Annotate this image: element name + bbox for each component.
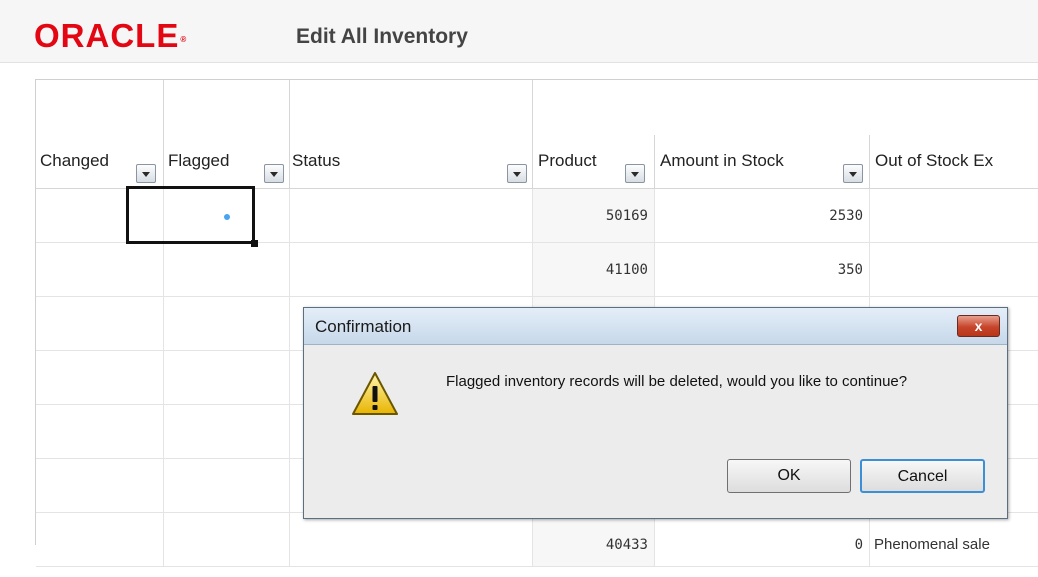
amount-cell[interactable]: 2530 [655, 189, 870, 243]
changed-cell[interactable] [36, 459, 164, 513]
status-cell[interactable] [290, 243, 533, 297]
column-header-flagged[interactable]: Flagged [164, 80, 290, 189]
changed-cell[interactable] [36, 243, 164, 297]
cell-selection-outline [126, 186, 258, 247]
dialog-message: Flagged inventory records will be delete… [446, 373, 908, 390]
flagged-cell[interactable] [164, 405, 290, 459]
app-header: ORACLE® Edit All Inventory [0, 0, 1038, 63]
column-label: Flagged [168, 151, 230, 170]
column-menu-button[interactable] [264, 164, 284, 183]
column-label: Status [292, 151, 341, 170]
column-header-product[interactable]: Product [533, 135, 655, 189]
column-menu-button[interactable] [843, 164, 863, 183]
column-header-amount-in-stock[interactable]: Amount in Stock [655, 135, 870, 189]
column-header-status[interactable]: Status [290, 80, 533, 189]
confirmation-dialog: Confirmation x Flagged inventory records… [303, 307, 1008, 519]
warning-icon [352, 372, 398, 415]
out-of-stock-cell[interactable] [870, 189, 1038, 243]
column-label: Changed [40, 151, 110, 170]
column-label: Out of Stock Ex [875, 151, 994, 170]
column-menu-button[interactable] [625, 164, 645, 183]
product-cell[interactable]: 41100 [533, 243, 655, 297]
product-cell[interactable]: 40433 [533, 513, 655, 567]
column-header-changed[interactable]: Changed [36, 80, 164, 189]
column-menu-button[interactable] [136, 164, 156, 183]
changed-cell[interactable] [36, 513, 164, 567]
column-header-out-of-stock[interactable]: Out of Stock Ex [870, 135, 1038, 189]
ok-button[interactable]: OK [727, 459, 851, 493]
cancel-button[interactable]: Cancel [860, 459, 985, 493]
dialog-title: Confirmation [315, 317, 412, 336]
column-group-header [533, 80, 1038, 136]
table-row[interactable]: 41100 350 [36, 243, 1038, 297]
flagged-cell[interactable] [164, 513, 290, 567]
changed-cell[interactable] [36, 351, 164, 405]
status-cell[interactable] [290, 513, 533, 567]
changed-cell[interactable] [36, 297, 164, 351]
amount-cell[interactable]: 0 [655, 513, 870, 567]
logo-mark: ® [180, 35, 188, 44]
column-label: Amount in Stock [660, 151, 784, 170]
dialog-title-bar[interactable]: Confirmation x [304, 308, 1007, 345]
changed-cell[interactable] [36, 405, 164, 459]
flagged-cell[interactable] [164, 297, 290, 351]
column-menu-button[interactable] [507, 164, 527, 183]
table-row[interactable]: 40433 0 Phenomenal sale [36, 513, 1038, 567]
amount-cell[interactable]: 350 [655, 243, 870, 297]
close-icon: x [974, 318, 983, 334]
oracle-logo: ORACLE® [34, 18, 187, 54]
product-cell[interactable]: 50169 [533, 189, 655, 243]
out-of-stock-cell[interactable]: Phenomenal sale [870, 513, 1038, 567]
out-of-stock-cell[interactable] [870, 243, 1038, 297]
page-title: Edit All Inventory [296, 25, 468, 48]
column-label: Product [538, 151, 597, 170]
flagged-cell[interactable] [164, 243, 290, 297]
close-button[interactable]: x [957, 315, 1000, 337]
flagged-cell[interactable] [164, 351, 290, 405]
logo-text: ORACLE [34, 17, 180, 54]
status-cell[interactable] [290, 189, 533, 243]
flagged-cell[interactable] [164, 459, 290, 513]
